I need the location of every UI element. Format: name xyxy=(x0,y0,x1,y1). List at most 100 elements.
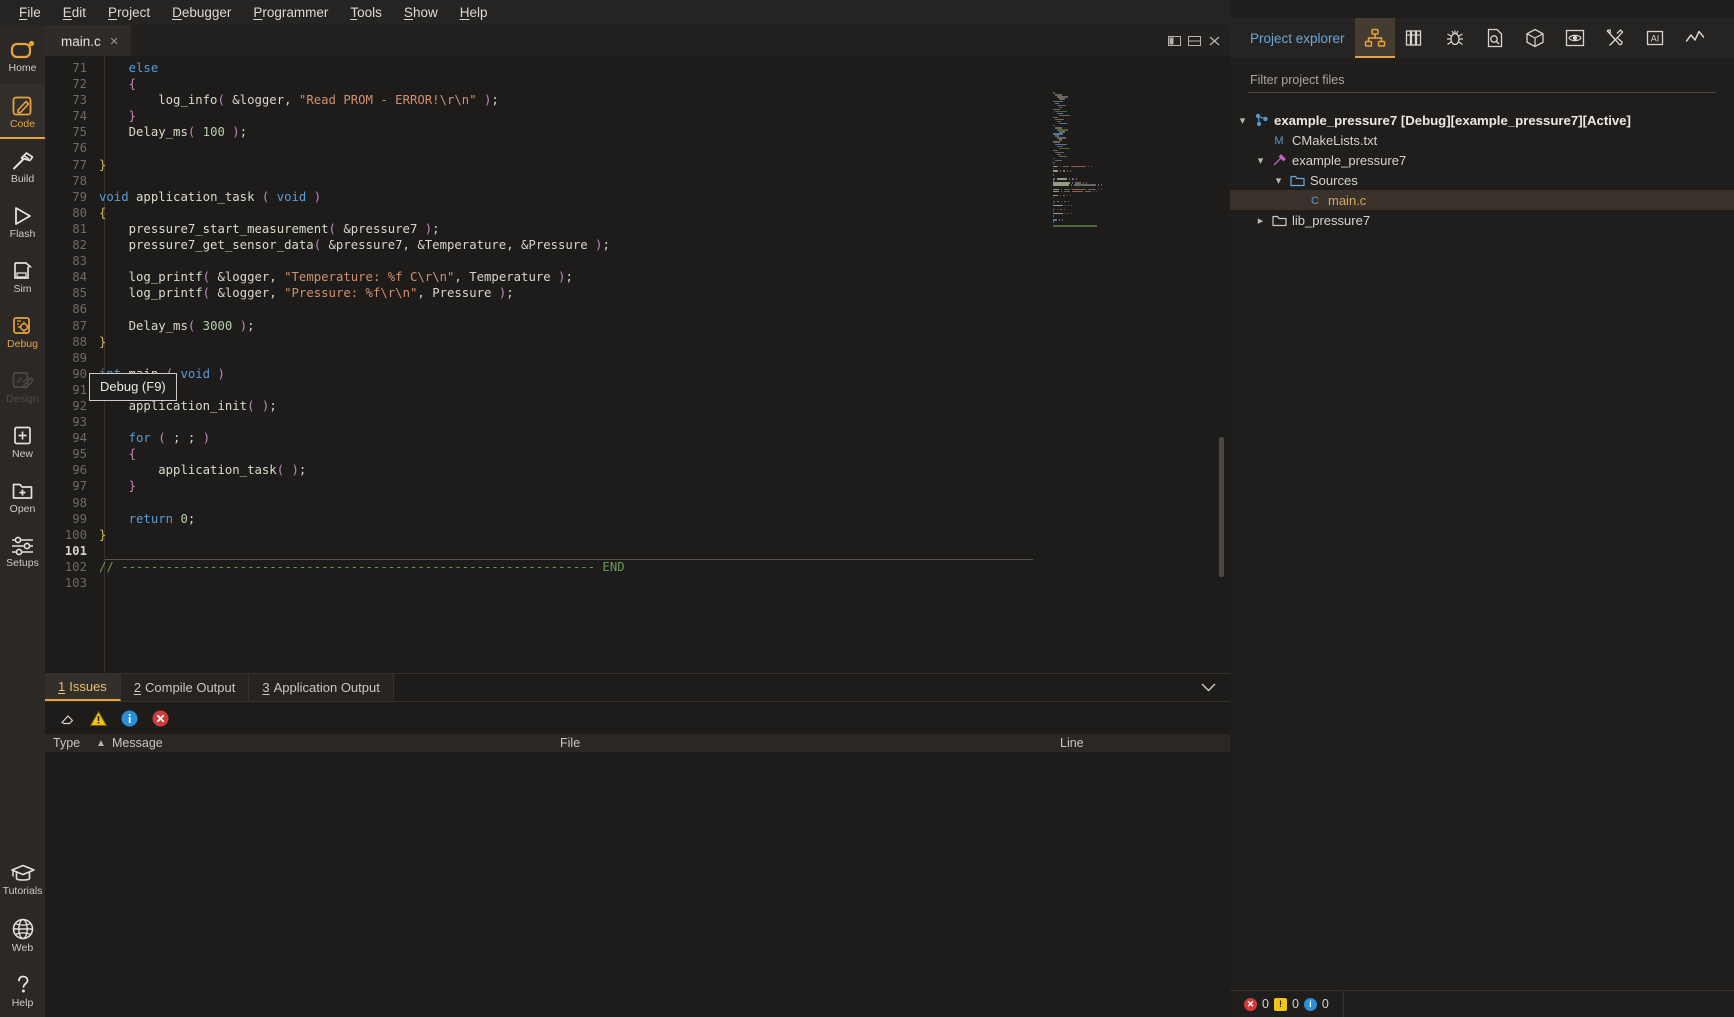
bottom-tab-issues[interactable]: 1 Issues xyxy=(45,674,121,701)
menu-item-help[interactable]: Help xyxy=(449,2,499,23)
rail-item-help[interactable]: Help xyxy=(0,962,45,1017)
warning-triangle-icon: ! xyxy=(1273,997,1287,1011)
menu-item-file[interactable]: File xyxy=(8,2,52,23)
code-line: } xyxy=(99,527,107,542)
rail-item-label: Flash xyxy=(9,227,36,240)
file-search-icon[interactable] xyxy=(1475,18,1515,58)
close-icon[interactable] xyxy=(1208,35,1221,47)
chevron-right-icon[interactable]: ▸ xyxy=(1252,214,1269,227)
menu-item-edit[interactable]: Edit xyxy=(52,2,97,23)
rail-item-build[interactable]: Build xyxy=(0,139,45,194)
tree-item-example_pressure7[interactable]: ▾ example_pressure7 [Debug][example_press… xyxy=(1230,110,1734,130)
ai-assistant-icon[interactable]: AI xyxy=(1635,18,1675,58)
chevron-down-icon[interactable]: ▾ xyxy=(1252,154,1269,167)
rail-item-label: New xyxy=(11,447,33,460)
debug-bug-icon[interactable] xyxy=(1435,18,1475,58)
code-line: } xyxy=(99,334,107,349)
bottom-tab-application-output[interactable]: 3 Application Output xyxy=(249,674,394,701)
rail-item-new[interactable]: New xyxy=(0,414,45,469)
rail-item-debug[interactable]: Debug xyxy=(0,304,45,359)
tools-wrench-icon[interactable] xyxy=(1595,18,1635,58)
c-file-icon: C xyxy=(1305,193,1325,207)
rail-item-home[interactable]: Home xyxy=(0,29,45,84)
rail-item-web[interactable]: Web xyxy=(0,907,45,962)
column-header-message[interactable]: Message xyxy=(112,736,560,750)
status-counts[interactable]: ✕ 0 ! 0 i 0 xyxy=(1230,990,1344,1017)
bottom-tabs-empty-space xyxy=(393,674,1187,701)
column-header-line[interactable]: Line xyxy=(1060,736,1230,750)
line-number: 98 xyxy=(72,495,87,510)
library-manager-icon[interactable] xyxy=(1395,18,1435,58)
chevron-down-icon[interactable]: ▾ xyxy=(1270,174,1287,187)
rail-item-flash[interactable]: Flash xyxy=(0,194,45,249)
column-header-type[interactable]: Type xyxy=(45,736,90,750)
package-cube-icon[interactable] xyxy=(1515,18,1555,58)
line-number: 72 xyxy=(72,77,87,92)
code-line: return 0; xyxy=(128,511,196,526)
scrollbar-thumb[interactable] xyxy=(1219,437,1224,577)
menu-item-debugger[interactable]: Debugger xyxy=(161,2,242,23)
menu-item-project[interactable]: Project xyxy=(97,2,161,23)
line-number: 86 xyxy=(72,302,87,317)
line-number: 97 xyxy=(72,479,87,494)
clear-issues-button[interactable] xyxy=(55,707,80,729)
rail-item-open[interactable]: Open xyxy=(0,469,45,524)
menu-item-show[interactable]: Show xyxy=(393,2,449,23)
rail-item-label: Tutorials xyxy=(2,885,43,897)
line-number: 95 xyxy=(72,447,87,462)
tree-item-main.c[interactable]: Cmain.c xyxy=(1230,190,1734,210)
chart-line-icon[interactable] xyxy=(1675,18,1715,58)
folder-icon xyxy=(1287,174,1307,187)
line-number: 77 xyxy=(72,157,87,172)
new-file-plus-icon xyxy=(11,425,35,447)
filter-project-files-input[interactable] xyxy=(1248,69,1716,93)
rail-item-label: Debug xyxy=(7,337,38,350)
tree-item-label: lib_pressure7 xyxy=(1292,212,1371,228)
issues-table-header: Type ▲ Message File Line xyxy=(45,734,1230,752)
rail-item-setups[interactable]: Setups xyxy=(0,524,45,579)
line-number: 103 xyxy=(64,576,87,590)
column-header-file[interactable]: File xyxy=(560,736,1060,750)
tree-item-label: example_pressure7 [Debug][example_pressu… xyxy=(1274,112,1631,128)
rail-item-design: Design xyxy=(0,359,45,414)
code-editor[interactable]: 71 72 73 74 75 76 77 78 79 80 81 82 83 84 85 86 87 88 89 90… xyxy=(45,56,1230,673)
code-line: for ( ; ; ) xyxy=(128,431,211,446)
sort-ascending-icon[interactable]: ▲ xyxy=(90,738,112,749)
info-circle-icon[interactable] xyxy=(117,707,142,729)
eye-monitor-icon[interactable] xyxy=(1555,18,1595,58)
code-minimap[interactable] xyxy=(1053,92,1143,302)
bottom-panel-tabs: 1 Issues 2 Compile Output 3 Application Outpu… xyxy=(45,674,1230,702)
error-circle-icon[interactable] xyxy=(148,707,173,729)
rail-item-tutorials[interactable]: Tutorials xyxy=(0,852,45,907)
project-explorer-icon[interactable] xyxy=(1354,18,1395,58)
tree-item-lib_pressure7[interactable]: ▸ lib_pressure7 xyxy=(1230,210,1734,230)
rail-item-code[interactable]: Code xyxy=(0,84,45,139)
rail-item-label: Build xyxy=(10,172,35,185)
editor-tab-label: main.c xyxy=(61,34,101,49)
close-icon[interactable]: × xyxy=(110,34,119,49)
sliders-icon xyxy=(10,536,36,556)
split-horizontal-icon[interactable] xyxy=(1188,35,1201,47)
tree-item-cmakelists.txt[interactable]: M CMakeLists.txt xyxy=(1230,130,1734,150)
tree-item-sources[interactable]: ▾ Sources xyxy=(1230,170,1734,190)
editor-tab-main-c[interactable]: main.c × xyxy=(45,25,131,56)
split-vertical-icon[interactable] xyxy=(1168,35,1181,47)
bottom-tab-compile-output[interactable]: 2 Compile Output xyxy=(120,674,250,701)
editor-scrollbar[interactable] xyxy=(1219,92,1224,672)
chevron-down-icon[interactable]: ▾ xyxy=(1234,114,1251,127)
tree-item-example_pressure7[interactable]: ▾ example_pressure7 xyxy=(1230,150,1734,170)
menu-item-programmer[interactable]: Programmer xyxy=(242,2,339,23)
chevron-down-icon[interactable] xyxy=(1187,674,1230,701)
line-number: 90 xyxy=(72,366,87,381)
warning-triangle-icon[interactable] xyxy=(86,707,111,729)
warning-count: 0 xyxy=(1291,997,1299,1011)
line-number: 83 xyxy=(72,254,87,269)
hammer-icon xyxy=(11,150,35,172)
menu-item-tools[interactable]: Tools xyxy=(339,2,393,23)
code-line: { xyxy=(128,77,137,92)
rail-item-sim[interactable]: Sim xyxy=(0,249,45,304)
line-number: 91 xyxy=(72,382,87,397)
